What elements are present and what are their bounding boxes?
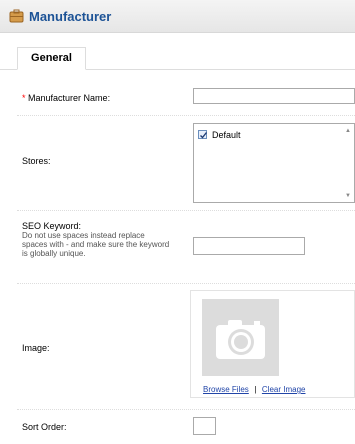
scroll-up-icon[interactable]: ▲ [345,128,351,134]
stores-label: Stores: [22,156,51,166]
store-default-label: Default [212,130,241,140]
page-title: Manufacturer [29,9,112,24]
clear-image-link[interactable]: Clear Image [262,385,306,394]
seo-keyword-label: SEO Keyword: [22,221,82,231]
stores-row: Stores: Default ▲ ▼ [17,116,355,211]
manufacturer-name-label-text: Manufacturer Name: [28,93,111,103]
image-placeholder [202,299,279,376]
page-header: Manufacturer [0,0,355,33]
link-separator: | [254,385,257,394]
briefcase-icon [9,9,24,23]
scroll-down-icon[interactable]: ▼ [345,193,351,199]
image-label: Image: [22,343,50,353]
camera-icon [216,320,265,359]
browse-files-link[interactable]: Browse Files [203,385,249,394]
tab-bar: General [0,33,355,70]
sort-order-row: Sort Order: [17,410,355,444]
image-actions: Browse Files | Clear Image [203,384,305,394]
sort-order-input[interactable] [193,417,216,435]
image-frame: Browse Files | Clear Image [190,290,355,398]
image-row: Image: Browse Files | Clear Image [17,284,355,410]
seo-keyword-hint: Do not use spaces instead replace spaces… [22,231,170,258]
store-default-checkbox[interactable] [198,130,208,139]
seo-keyword-row: SEO Keyword: Do not use spaces instead r… [17,211,355,284]
seo-keyword-label-block: SEO Keyword: Do not use spaces instead r… [22,221,172,258]
seo-keyword-input[interactable] [193,237,305,255]
manufacturer-name-input[interactable] [193,88,355,104]
stores-scrollbox[interactable]: Default ▲ ▼ [193,123,355,203]
manufacturer-name-label: * Manufacturer Name: [22,93,110,103]
tab-general[interactable]: General [17,47,86,70]
checkmark-icon [200,132,208,139]
sort-order-label: Sort Order: [22,422,67,432]
manufacturer-name-row: * Manufacturer Name: [17,81,355,116]
required-mark: * [22,93,26,103]
